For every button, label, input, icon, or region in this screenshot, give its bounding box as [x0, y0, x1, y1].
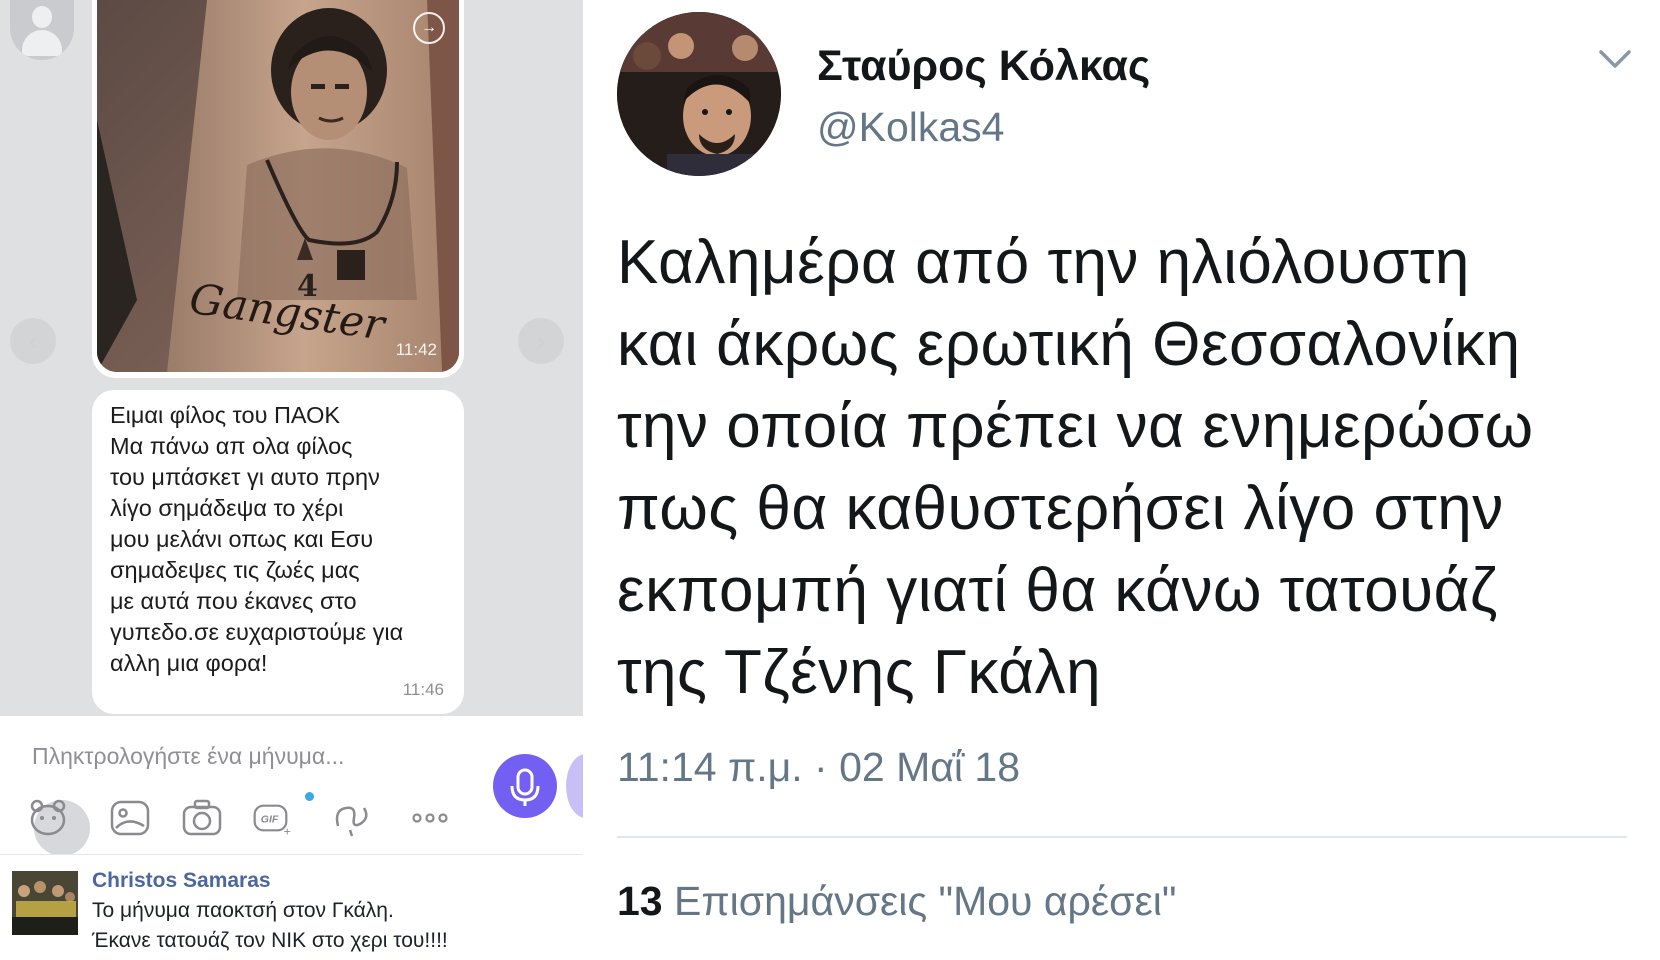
more-icon[interactable]: [408, 796, 452, 840]
message-text: Ειμαι φίλος του ΠΑΟΚ Μα πάνω απ ολα φίλο…: [110, 402, 404, 676]
post-author[interactable]: Christos Samaras: [92, 869, 271, 893]
user-handle[interactable]: @Kolkas4: [817, 104, 1004, 151]
facebook-post: Christos Samaras Το μήνυμα παοκτσή στον …: [0, 854, 583, 960]
text-message-bubble[interactable]: Ειμαι φίλος του ΠΑΟΚ Μα πάνω απ ολα φίλο…: [92, 390, 464, 714]
message-input[interactable]: [30, 742, 464, 771]
tattoo-photo[interactable]: 4 Gangster → 11:42: [97, 0, 459, 372]
contact-avatar[interactable]: [10, 0, 74, 60]
tweet-text: Καλημέρα από την ηλιόλουστη και άκρως ερ…: [617, 228, 1534, 707]
post-thumbnail[interactable]: [12, 871, 78, 935]
profile-avatar[interactable]: [617, 12, 781, 176]
post-text-line: Το μήνυμα παοκτσή στον Γκάλη.: [92, 899, 394, 922]
photo-timestamp: 11:42: [395, 340, 437, 359]
microphone-icon: [510, 768, 540, 806]
tweet-timestamp[interactable]: 11:14 π.μ. · 02 Μαΐ 18: [617, 744, 1020, 791]
post-text-line: Έκανε τατουάζ τον ΝΙΚ στο χερι του!!!!: [92, 929, 448, 952]
messenger-screenshot: ‹ › 4 Gangster → 11:42 Ειμαι φίλος του Π…: [0, 0, 583, 960]
new-indicator-dot: [305, 792, 314, 801]
gallery-icon[interactable]: [108, 796, 152, 840]
previous-arrow-icon[interactable]: ‹: [10, 318, 56, 364]
svg-text:GIF: GIF: [261, 813, 279, 825]
likes-count[interactable]: 13 Επισημάνσεις "Μου αρέσει": [617, 878, 1176, 925]
display-name[interactable]: Σταύρος Κόλκας: [817, 42, 1150, 91]
share-icon[interactable]: →: [413, 12, 445, 44]
chevron-down-icon[interactable]: [1595, 44, 1635, 74]
likes-number: 13: [617, 878, 663, 924]
message-timestamp: 11:46: [402, 680, 444, 699]
sticker-icon[interactable]: [26, 796, 70, 840]
doodle-icon[interactable]: [330, 796, 374, 840]
tweet-screenshot: Σταύρος Κόλκας @Kolkas4 Καλημέρα από την…: [583, 0, 1660, 960]
voice-message-button[interactable]: [493, 754, 557, 818]
next-arrow-icon[interactable]: ›: [518, 318, 564, 364]
divider: [617, 836, 1627, 838]
likes-label: Επισημάνσεις "Μου αρέσει": [674, 878, 1177, 924]
camera-icon[interactable]: [180, 796, 224, 840]
svg-text:+: +: [284, 825, 291, 839]
gif-icon[interactable]: GIF +: [252, 796, 296, 840]
